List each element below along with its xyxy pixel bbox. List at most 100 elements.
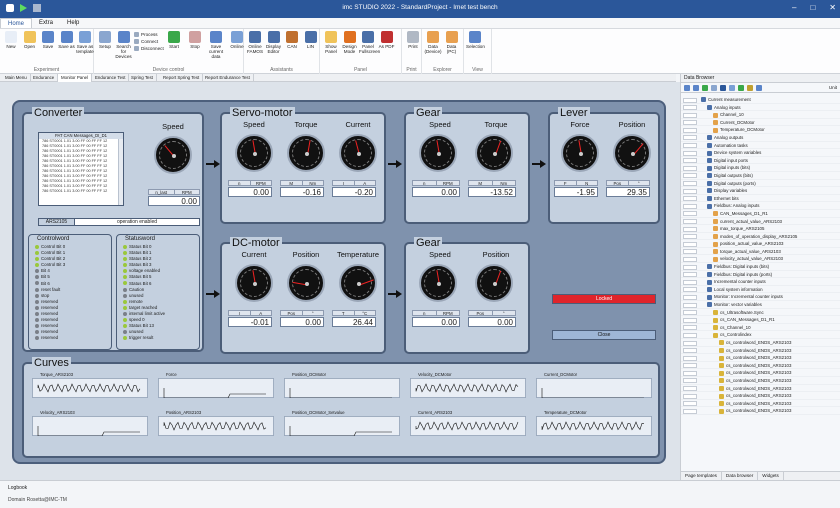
sidebar-tab-widgets[interactable]: Widgets bbox=[758, 472, 784, 480]
curve-current-dcmotor[interactable]: Current_DCMotor bbox=[536, 372, 654, 398]
tree-checkbox[interactable] bbox=[683, 241, 697, 247]
tree-checkbox[interactable] bbox=[683, 302, 697, 308]
tree-item[interactable]: modes_of_operation_display_ARS2105 bbox=[681, 233, 840, 241]
tree-item[interactable]: Digital input ports bbox=[681, 157, 840, 165]
tree-checkbox[interactable] bbox=[683, 135, 697, 141]
tree-item[interactable]: Temperature_DCMotor bbox=[681, 126, 840, 134]
tree-checkbox[interactable] bbox=[683, 234, 697, 240]
tree-item[interactable]: Display variables bbox=[681, 187, 840, 195]
tree-checkbox[interactable] bbox=[683, 393, 697, 399]
toolbar-tool-icon[interactable] bbox=[756, 85, 762, 91]
toolbar-tool-icon[interactable] bbox=[693, 85, 699, 91]
tab-endurance-test[interactable]: Endurance Test bbox=[92, 74, 130, 82]
tree-item[interactable]: Device system variables bbox=[681, 149, 840, 157]
ribbon-can-button[interactable]: CAN bbox=[283, 31, 301, 49]
tree-item[interactable]: cs_Controlindex bbox=[681, 331, 840, 339]
tree-checkbox[interactable] bbox=[683, 219, 697, 224]
tree-checkbox[interactable] bbox=[683, 165, 697, 171]
tree-checkbox[interactable] bbox=[683, 105, 697, 111]
curve-force[interactable]: Force bbox=[158, 372, 276, 398]
tree-checkbox[interactable] bbox=[683, 256, 697, 262]
tab-monitor-panel[interactable]: Monitor Panel bbox=[58, 74, 93, 82]
ribbon-search-for-devices-button[interactable]: Search for Devices bbox=[115, 31, 133, 59]
toolbar-tool-icon[interactable] bbox=[747, 85, 753, 91]
toolbar-tool-icon[interactable] bbox=[711, 85, 717, 91]
tree-item[interactable]: cs_Ultrasoftware.Sync bbox=[681, 309, 840, 317]
tree-checkbox[interactable] bbox=[683, 332, 697, 338]
curve-position-ars2103[interactable]: Position_ARS2103 bbox=[158, 410, 276, 436]
tab-endurance[interactable]: Endurance bbox=[30, 74, 59, 82]
tree-item[interactable]: cs_controlword_ENDS_ARS2103 bbox=[681, 392, 840, 400]
sidebar-tab-page-templates[interactable]: Page templates bbox=[681, 472, 722, 480]
tree-item[interactable]: position_actual_value_ARS2103 bbox=[681, 240, 840, 248]
tree-item[interactable]: Analog inputs bbox=[681, 104, 840, 112]
tree-item[interactable]: Channel_10 bbox=[681, 111, 840, 119]
ribbon-lin-button[interactable]: LIN bbox=[302, 31, 320, 49]
tree-checkbox[interactable] bbox=[683, 196, 697, 202]
tree-checkbox[interactable] bbox=[683, 97, 697, 103]
tree-checkbox[interactable] bbox=[683, 264, 697, 270]
tree-item[interactable]: torque_actual_value_ARS2103 bbox=[681, 248, 840, 256]
menu-extra[interactable]: Extra bbox=[32, 18, 60, 28]
tree-item[interactable]: velocity_actual_value_ARS2103 bbox=[681, 255, 840, 264]
ribbon-online-famos-button[interactable]: Online FAMOS bbox=[246, 31, 264, 54]
tree-item[interactable]: Incremental counter inputs bbox=[681, 278, 840, 286]
tree-item[interactable]: Local system information bbox=[681, 286, 840, 294]
tree-checkbox[interactable] bbox=[683, 158, 697, 164]
tree-item[interactable]: cs_controlword_ENDS_ARS2103 bbox=[681, 407, 840, 415]
ribbon-save-as-template-button[interactable]: Save as template bbox=[76, 31, 94, 54]
tree-item[interactable]: cs_controlword_ENDS_ARS2103 bbox=[681, 377, 840, 385]
ribbon-data-pc-button[interactable]: Data (PC) bbox=[443, 31, 461, 54]
tree-checkbox[interactable] bbox=[683, 378, 697, 384]
menu-home[interactable]: Home bbox=[0, 18, 33, 28]
curve-temperature-dcmotor[interactable]: Temperature_DCMotor bbox=[536, 410, 654, 436]
toolbar-tool-icon[interactable] bbox=[684, 85, 690, 91]
tree-checkbox[interactable] bbox=[683, 401, 697, 407]
tree-checkbox[interactable] bbox=[683, 386, 697, 392]
tree-checkbox[interactable] bbox=[683, 340, 697, 346]
ribbon-design-mode-button[interactable]: Design Mode bbox=[341, 31, 359, 54]
maximize-icon[interactable]: □ bbox=[810, 3, 815, 12]
tree-item[interactable]: Monitor: vector variables bbox=[681, 301, 840, 309]
tab-main-menu[interactable]: Main Menu bbox=[2, 74, 31, 82]
ribbon-save-as-button[interactable]: Save as bbox=[58, 31, 76, 49]
tree-checkbox[interactable] bbox=[683, 143, 697, 149]
tree-checkbox[interactable] bbox=[683, 348, 697, 354]
tree-item[interactable]: Automation tasks bbox=[681, 142, 840, 150]
tree-item[interactable]: Fieldbus: Analog inputs bbox=[681, 202, 840, 210]
tree-checkbox[interactable] bbox=[683, 173, 697, 179]
tree-checkbox[interactable] bbox=[683, 363, 697, 369]
tree-item[interactable]: Digital outputs (ports) bbox=[681, 180, 840, 188]
tree-checkbox[interactable] bbox=[683, 188, 697, 194]
tree-item[interactable]: cs_controlword_ENDS_ARS2103 bbox=[681, 369, 840, 377]
tree-checkbox[interactable] bbox=[683, 226, 697, 232]
tree-checkbox[interactable] bbox=[683, 272, 697, 278]
tree-item[interactable]: Monitor: Incremental counter inputs bbox=[681, 293, 840, 302]
tab-report-spring-test[interactable]: Report Spring Test bbox=[160, 74, 204, 82]
tree-item[interactable]: cs_controlword_ENDS_ARS2103 bbox=[681, 354, 840, 362]
tree-checkbox[interactable] bbox=[683, 249, 697, 255]
tree-item[interactable]: Ethernet bits bbox=[681, 195, 840, 203]
minimize-icon[interactable]: – bbox=[792, 3, 796, 12]
toolbar-tool-icon[interactable] bbox=[702, 85, 708, 91]
tree-checkbox[interactable] bbox=[683, 211, 697, 217]
curve-velocity-dcmotor[interactable]: Velocity_DCMotor bbox=[410, 372, 528, 398]
tree-item[interactable]: cs_controlword_ENDS_ARS2103 bbox=[681, 362, 840, 370]
curve-velocity-ars2103[interactable]: Velocity_ARS2103 bbox=[32, 410, 150, 436]
tree-item[interactable]: Fieldbus: Digital inputs (ports) bbox=[681, 271, 840, 279]
logbook-label[interactable]: Logbook bbox=[8, 485, 27, 491]
close-button[interactable]: Close bbox=[552, 330, 656, 340]
tree-item[interactable]: Digital inputs (bits) bbox=[681, 164, 840, 172]
tree-checkbox[interactable] bbox=[683, 355, 697, 361]
tree-checkbox[interactable] bbox=[683, 317, 697, 323]
ribbon-as-pdf-button[interactable]: As PDF bbox=[378, 31, 396, 49]
tree-item[interactable]: current_actual_value_ARS2103 bbox=[681, 218, 840, 226]
sidebar-tab-data-browser[interactable]: Data browser bbox=[722, 472, 759, 480]
ribbon-display-editor-button[interactable]: Display Editor bbox=[265, 31, 283, 54]
ribbon-stop-button[interactable]: Stop bbox=[186, 31, 204, 49]
tree-item[interactable]: cs_controlword_ENDS_ARS2103 bbox=[681, 347, 840, 355]
curve-position-dcmotor[interactable]: Position_DCMotor bbox=[284, 372, 402, 398]
curve-position-dcmotor-setvalue[interactable]: Position_DCMotor_Setvalue bbox=[284, 410, 402, 436]
trace-scrollbar[interactable] bbox=[118, 139, 123, 205]
ribbon-open-button[interactable]: Open bbox=[21, 31, 39, 49]
